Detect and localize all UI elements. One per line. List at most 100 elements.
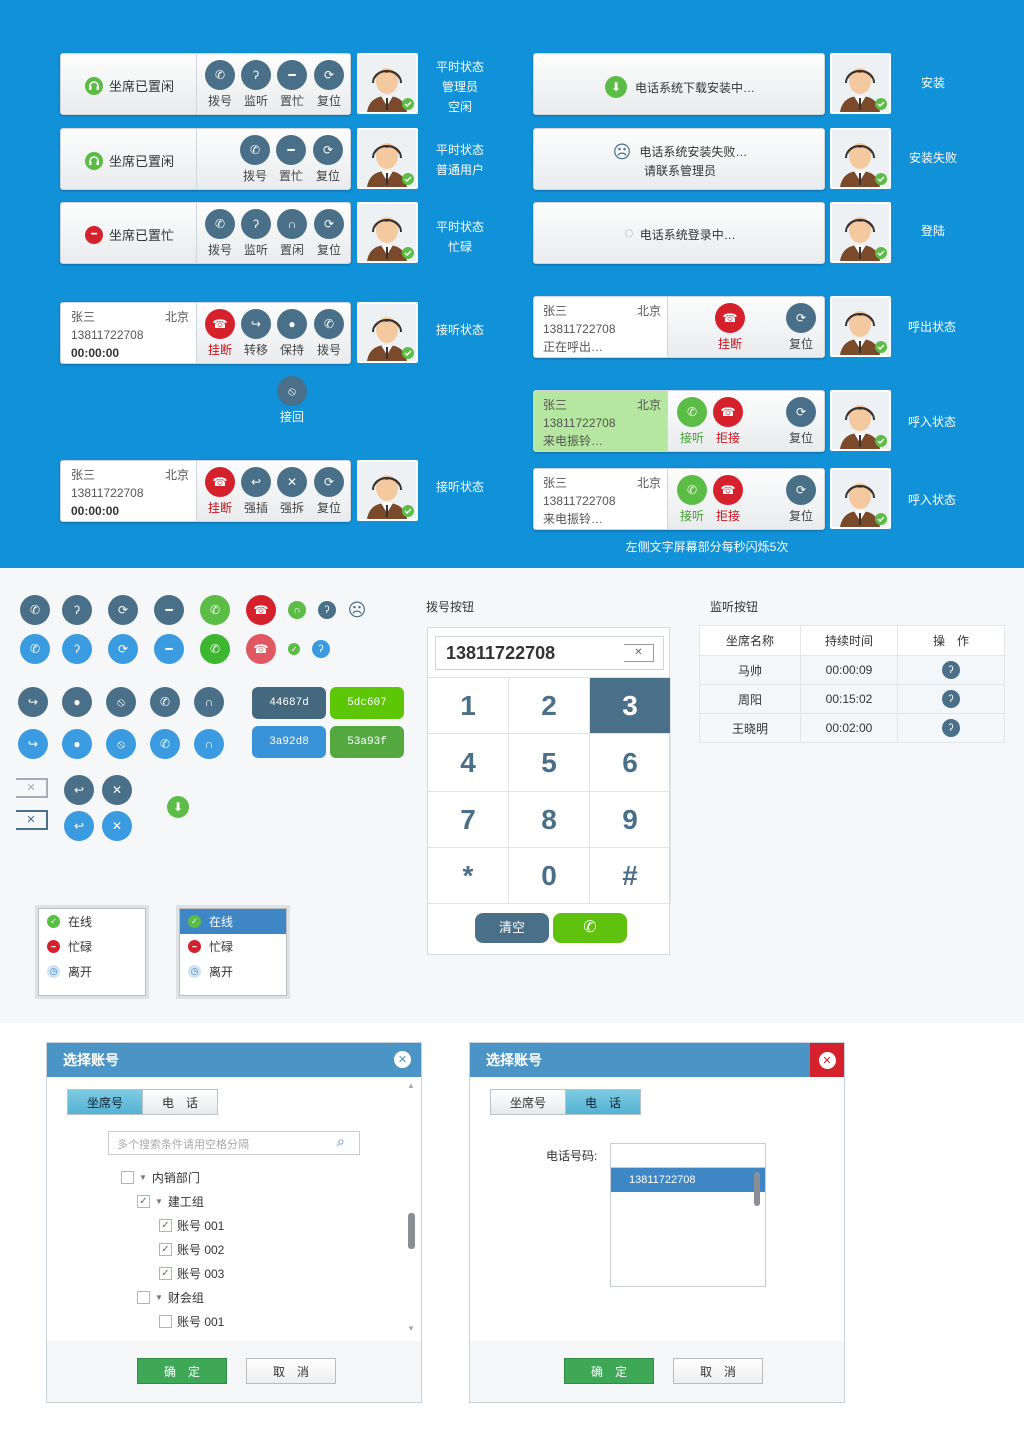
- tree-node[interactable]: ✓ 账号 001: [121, 1213, 224, 1237]
- close-icon[interactable]: ✕: [810, 1043, 844, 1077]
- barge-button[interactable]: ↩ 强插: [239, 467, 273, 516]
- monitor-table: 坐席名称 持续时间操 作 马帅 00:00:09 ʔ 周阳 00:15:02 ʔ 王晓明 0…: [699, 625, 1005, 743]
- search-input[interactable]: 多个搜索条件请用空格分隔: [108, 1131, 360, 1155]
- dial-button[interactable]: ✆ 拨号: [238, 135, 272, 184]
- status-busy[interactable]: ━ 坐席已置忙: [85, 225, 174, 244]
- tab-agent[interactable]: 坐席号: [490, 1089, 566, 1115]
- scrollbar[interactable]: ▲ ▼: [406, 1081, 416, 1333]
- hold-button[interactable]: ● 保持: [275, 309, 309, 358]
- note-normal-admin: 平时状态 管理员 空闲: [435, 60, 484, 114]
- key-2[interactable]: 2: [509, 678, 590, 734]
- transfer-icon: ↪: [241, 309, 271, 339]
- ear-icon[interactable]: ʔ: [942, 690, 960, 708]
- dial-button[interactable]: ✆ 拨号: [203, 60, 237, 109]
- status-away[interactable]: ◷ 离开: [39, 959, 145, 984]
- cancel-button[interactable]: 取 消: [673, 1358, 763, 1384]
- set-busy-button[interactable]: ━ 置忙: [274, 135, 308, 184]
- phone-icon: ✆: [205, 60, 235, 90]
- status-away[interactable]: ◷ 离开: [180, 959, 286, 984]
- answer-button[interactable]: ✆ 接听: [674, 397, 710, 446]
- agent-avatar: [830, 296, 891, 357]
- minus-icon: ━: [154, 634, 184, 664]
- hangup-icon: ☎: [713, 397, 743, 427]
- phone-listbox[interactable]: 13811722708: [610, 1143, 766, 1287]
- force-release-button[interactable]: ✕ 强拆: [275, 467, 309, 516]
- dial-button[interactable]: ✆ 拨号: [312, 309, 346, 358]
- key-8[interactable]: 8: [509, 792, 590, 848]
- tree-node[interactable]: ▼ 财会组: [121, 1285, 224, 1309]
- reject-button[interactable]: ☎ 拒接: [710, 397, 746, 446]
- status-idle[interactable]: 坐席已置闲: [85, 151, 174, 170]
- hangup-button[interactable]: ☎ 挂断: [710, 303, 750, 352]
- confirm-button[interactable]: 确 定: [564, 1358, 654, 1384]
- backspace-icon[interactable]: ✕: [624, 644, 654, 662]
- reset-button[interactable]: ⟳ 复位: [784, 397, 818, 446]
- transfer-icon: ↪: [18, 729, 48, 759]
- key-4[interactable]: 4: [428, 734, 509, 792]
- reset-button[interactable]: ⟳ 复位: [784, 475, 818, 524]
- key-5[interactable]: 5: [509, 734, 590, 792]
- retrieve-button[interactable]: ⦸ 接回: [275, 376, 309, 425]
- reset-button[interactable]: ⟳ 复位: [311, 135, 345, 184]
- phone-icon: ✆: [205, 209, 235, 239]
- status-busy[interactable]: ━ 忙碌: [39, 934, 145, 959]
- note-incoming: 呼入状态: [907, 493, 956, 507]
- monitor-button[interactable]: ʔ 监听: [239, 209, 273, 258]
- ear-icon[interactable]: ʔ: [942, 719, 960, 737]
- confirm-button[interactable]: 确 定: [137, 1358, 227, 1384]
- mic-icon: ●: [277, 309, 307, 339]
- hangup-button[interactable]: ☎ 挂断: [203, 467, 237, 516]
- reset-button[interactable]: ⟳ 复位: [312, 209, 346, 258]
- install-bar: ⬇ 电话系统下载安装中…: [533, 53, 825, 115]
- key-9[interactable]: 9: [590, 792, 671, 848]
- transfer-button[interactable]: ↪ 转移: [239, 309, 273, 358]
- reset-button[interactable]: ⟳ 复位: [784, 303, 818, 352]
- tab-phone[interactable]: 电 话: [142, 1089, 218, 1115]
- key-star[interactable]: *: [428, 848, 509, 904]
- force-release-icon: ✕: [277, 467, 307, 497]
- tree-node[interactable]: ✓ ▼ 建工组: [121, 1189, 224, 1213]
- clock-icon: ◷: [47, 965, 60, 978]
- hangup-icon: ☎: [246, 595, 276, 625]
- monitor-button[interactable]: ʔ 监听: [239, 60, 273, 109]
- clear-button[interactable]: 清空: [475, 913, 549, 943]
- reset-button[interactable]: ⟳ 复位: [312, 60, 346, 109]
- reset-icon: ⟳: [786, 475, 816, 505]
- answer-button[interactable]: ✆ 接听: [674, 475, 710, 524]
- key-hash[interactable]: #: [590, 848, 671, 904]
- set-busy-button[interactable]: ━ 置忙: [275, 60, 309, 109]
- status-idle[interactable]: 坐席已置闲: [85, 76, 174, 95]
- cancel-button[interactable]: 取 消: [246, 1358, 336, 1384]
- tree-node[interactable]: 账号 001: [121, 1309, 224, 1333]
- key-3[interactable]: 3: [590, 678, 671, 734]
- call-button[interactable]: ✆: [553, 913, 627, 943]
- status-busy[interactable]: ━ 忙碌: [180, 934, 286, 959]
- search-icon[interactable]: ⌕: [337, 1133, 345, 1150]
- key-0[interactable]: 0: [509, 848, 590, 904]
- key-1[interactable]: 1: [428, 678, 509, 734]
- dial-button[interactable]: ✆ 拨号: [203, 209, 237, 258]
- scrollbar[interactable]: [754, 1172, 760, 1206]
- col-header: 操 作: [897, 625, 1005, 656]
- list-item[interactable]: 13811722708: [611, 1168, 765, 1192]
- reset-button[interactable]: ⟳ 复位: [312, 467, 346, 516]
- ear-icon[interactable]: ʔ: [942, 661, 960, 679]
- tree-node[interactable]: ✓ 账号 003: [121, 1261, 224, 1285]
- tab-agent[interactable]: 坐席号: [67, 1089, 143, 1115]
- phone-icon: ✆: [150, 687, 180, 717]
- tree-node[interactable]: ▼ 内销部门: [121, 1165, 224, 1189]
- close-icon[interactable]: ✕: [394, 1051, 411, 1068]
- reject-button[interactable]: ☎ 拒接: [710, 475, 746, 524]
- hangup-icon: ☎: [715, 303, 745, 333]
- status-online[interactable]: ✓ 在线: [180, 909, 286, 934]
- hangup-button[interactable]: ☎ 挂断: [203, 309, 237, 358]
- key-6[interactable]: 6: [590, 734, 671, 792]
- tree-node[interactable]: ✓ 账号 002: [121, 1237, 224, 1261]
- phone-icon: ✆: [20, 595, 50, 625]
- set-idle-button[interactable]: ∩ 置闲: [275, 209, 309, 258]
- agent-avatar: [357, 128, 418, 189]
- status-online[interactable]: ✓ 在线: [39, 909, 145, 934]
- download-icon: ⬇: [167, 796, 189, 818]
- tab-phone[interactable]: 电 话: [565, 1089, 641, 1115]
- key-7[interactable]: 7: [428, 792, 509, 848]
